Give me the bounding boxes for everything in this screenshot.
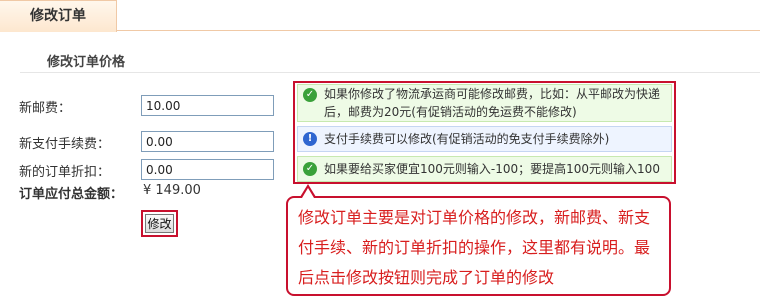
note-text: 支付手续费可以修改(有促销活动的免支付手续费除外) <box>324 132 610 146</box>
callout-text: 修改订单主要是对订单价格的修改，新邮费、新支付手续、新的订单折扣的操作，这里都有… <box>298 208 651 287</box>
new-fee-label: 新支付手续费： <box>19 137 111 152</box>
note-text: 如果要给买家便宜100元则输入-100；要提高100元则输入100 <box>324 162 660 176</box>
submit-button[interactable]: 修改 <box>145 214 174 233</box>
section-divider <box>20 72 760 73</box>
section-title: 修改订单价格 <box>47 55 126 70</box>
total-label: 订单应付总金额： <box>19 187 124 202</box>
info-icon: ! <box>303 132 317 146</box>
tab-bar: 修改订单 <box>0 0 760 32</box>
callout-pointer-inner <box>302 188 314 198</box>
note-text: 如果你修改了物流承运商可能修改邮费，比如：从平邮改为快递后，邮费为20元(有促销… <box>324 87 661 119</box>
new-postage-input[interactable] <box>141 95 274 116</box>
check-icon: ✓ <box>303 88 317 102</box>
submit-button-highlight: 修改 <box>141 210 178 237</box>
new-postage-label: 新邮费： <box>19 101 72 116</box>
tab-modify-order[interactable]: 修改订单 <box>0 0 117 32</box>
new-discount-input[interactable] <box>141 159 274 180</box>
note-adjust: ✓ 如果要给买家便宜100元则输入-100；要提高100元则输入100 <box>297 156 672 182</box>
note-logistics: ✓ 如果你修改了物流承运商可能修改邮费，比如：从平邮改为快递后，邮费为20元(有… <box>297 84 672 122</box>
new-discount-label: 新的订单折扣： <box>19 165 111 180</box>
total-amount: ¥ 149.00 <box>143 183 201 198</box>
callout-box: 修改订单主要是对订单价格的修改，新邮费、新支付手续、新的订单折扣的操作，这里都有… <box>286 196 671 296</box>
new-fee-input[interactable] <box>141 131 274 152</box>
note-fee: ! 支付手续费可以修改(有促销活动的免支付手续费除外) <box>297 126 672 152</box>
check-icon: ✓ <box>303 162 317 176</box>
